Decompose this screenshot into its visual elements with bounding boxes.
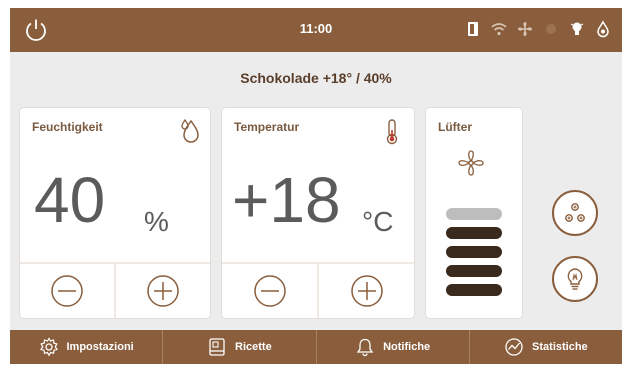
temperature-label: Temperatur — [234, 120, 300, 134]
chart-icon — [505, 338, 523, 356]
fan-mode-button[interactable] — [552, 190, 598, 236]
nav-recipes-label: Ricette — [235, 341, 272, 353]
plus-circle-icon — [350, 275, 383, 307]
temperature-increase-button[interactable] — [319, 264, 414, 318]
fan-level-bar[interactable] — [446, 265, 502, 277]
bell-icon — [356, 338, 374, 357]
humidity-increase-button[interactable] — [116, 264, 210, 318]
wifi-icon — [490, 20, 508, 38]
nav-notifications-label: Notifiche — [383, 341, 431, 353]
status-icons — [464, 20, 612, 38]
door-icon — [464, 20, 482, 38]
drop-status-icon — [594, 20, 612, 38]
fan-status-icon — [516, 20, 534, 38]
temperature-decrease-button[interactable] — [222, 264, 319, 318]
humidity-stepper — [20, 262, 210, 318]
humidity-unit: % — [144, 206, 169, 237]
fan-level-bar[interactable] — [446, 246, 502, 258]
humidity-value: 40 — [34, 164, 106, 236]
lightbulb-icon — [567, 268, 583, 290]
fan-icon — [456, 148, 486, 183]
nav-statistics[interactable]: Statistiche — [470, 330, 622, 364]
bottom-navigation: Impostazioni Ricette Notifiche Statistic… — [10, 330, 622, 364]
nav-notifications[interactable]: Notifiche — [317, 330, 470, 364]
nav-statistics-label: Statistiche — [532, 341, 588, 353]
gear-icon — [39, 337, 58, 357]
humidity-decrease-button[interactable] — [20, 264, 116, 318]
minus-circle-icon — [253, 275, 286, 307]
control-screen: 11:00 Schokolade +18° / 40% Feuchtigkeit… — [10, 8, 622, 364]
book-icon — [209, 338, 225, 356]
light-status-icon — [568, 20, 586, 38]
humidity-label: Feuchtigkeit — [32, 120, 103, 134]
fan-level-bar[interactable] — [446, 227, 502, 239]
plus-circle-icon — [147, 275, 179, 307]
fan-level-bar[interactable] — [446, 284, 502, 296]
light-button[interactable] — [552, 256, 598, 302]
inactive-status-icon — [542, 20, 560, 38]
minus-circle-icon — [51, 275, 83, 307]
fan-card[interactable]: Lüfter — [426, 108, 522, 318]
fan-label: Lüfter — [438, 120, 472, 134]
status-bar: 11:00 — [10, 8, 622, 52]
temperature-card: Temperatur +18 °C — [222, 108, 414, 318]
nav-settings[interactable]: Impostazioni — [10, 330, 164, 364]
recipe-title: Schokolade +18° / 40% — [240, 70, 392, 86]
fan-mode-icon — [565, 203, 585, 222]
nav-settings-label: Impostazioni — [66, 341, 134, 353]
humidity-drop-icon — [178, 118, 202, 151]
thermometer-icon — [382, 118, 402, 151]
temperature-value: +18 — [232, 164, 341, 236]
nav-recipes[interactable]: Ricette — [163, 330, 317, 364]
fan-level-bar[interactable] — [446, 208, 502, 220]
humidity-card: Feuchtigkeit 40 % — [20, 108, 210, 318]
temperature-unit: °C — [362, 206, 394, 237]
fan-level-bars[interactable] — [446, 208, 502, 303]
temperature-stepper — [222, 262, 414, 318]
